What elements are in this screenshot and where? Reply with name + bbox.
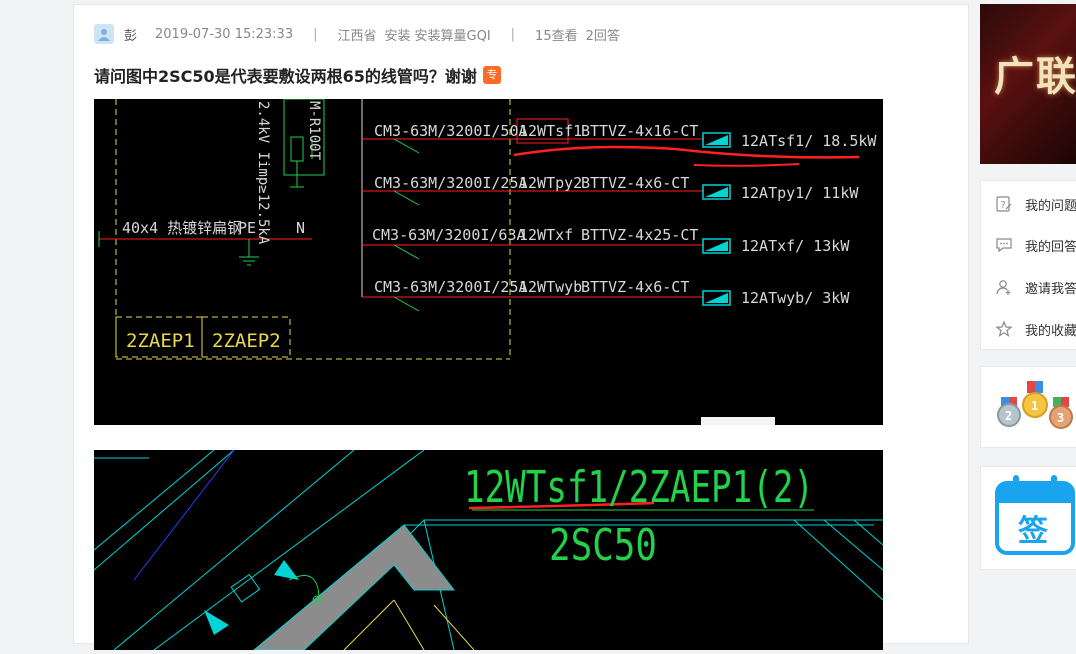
post-category-1[interactable]: 安装: [385, 25, 411, 44]
view-count: 15查看: [535, 28, 578, 44]
sign-in-panel[interactable]: 签: [980, 466, 1076, 570]
comment-icon: [996, 238, 1012, 253]
ranking-panel[interactable]: 2 1 3: [980, 366, 1076, 448]
load-spec: 12ATwyb/ 3kW: [741, 289, 850, 307]
medals-icon: 2 1 3: [997, 381, 1073, 429]
panel-label-1: 2ZAEP1: [126, 330, 195, 352]
cable-spec: BTTVZ-4x6-CT: [581, 278, 689, 296]
question-title-text: 请问图中2SC50是代表要敷设两根65的线管吗？谢谢: [94, 67, 477, 86]
question-doc-icon: ?: [996, 196, 1012, 212]
spd-model-text: M-R100T: [306, 101, 322, 161]
menu-item-label: 邀请我答: [1025, 281, 1076, 297]
promo-banner[interactable]: 广联: [980, 4, 1076, 164]
pe-label: PE: [238, 219, 256, 237]
medal-second-number: 2: [1005, 409, 1012, 423]
earth-strip-label: 40x4 热镀锌扁钢: [122, 219, 242, 237]
meta-separator: |: [510, 26, 516, 42]
circuit-id: 12WTpy2: [519, 174, 582, 192]
spd-rating-text: 2.4kV Iimp≥12.5kA: [255, 101, 271, 245]
user-icon: [98, 29, 110, 41]
meta-separator: |: [313, 26, 318, 42]
cad-toolbar-popup[interactable]: [701, 417, 775, 425]
user-menu-panel: ? 我的问题 我的回答 邀请我答 我的收藏: [980, 180, 1076, 350]
question-title: 请问图中2SC50是代表要敷设两根65的线管吗？谢谢 专: [94, 63, 501, 87]
conduit-route-label: 12WTsf1/2ZAEP1(2): [464, 462, 814, 513]
menu-item-label: 我的回答: [1025, 239, 1076, 255]
post-location: 江西省: [337, 28, 377, 44]
circuit-id: 12WTsf1: [519, 122, 582, 140]
post-meta: 彭 2019-07-30 15:23:33 | 江西省 安装 安装算量GQI |…: [94, 23, 620, 45]
menu-item-favorites[interactable]: 我的收藏: [995, 319, 1076, 339]
cad-drawing-image-1[interactable]: 2.4kV Iimp≥12.5kA M-R100T 40x4 热镀锌扁钢 PE …: [94, 98, 883, 425]
sign-label: 签: [1018, 514, 1048, 549]
star-icon: [995, 320, 1013, 337]
load-spec: 12ATpy1/ 11kW: [741, 184, 859, 202]
medal-third-number: 3: [1057, 411, 1064, 425]
menu-item-label: 我的收藏: [1025, 323, 1076, 339]
special-tag: 专: [482, 66, 501, 84]
avatar[interactable]: [94, 24, 114, 44]
menu-item-my-questions[interactable]: ? 我的问题: [995, 194, 1076, 214]
load-spec: 12ATxf/ 13kW: [741, 237, 850, 255]
question-card: 彭 2019-07-30 15:23:33 | 江西省 安装 安装算量GQI |…: [73, 4, 969, 651]
conduit-spec-label: 2SC50: [549, 520, 657, 571]
circuit-id: 12WTwyb: [519, 278, 582, 296]
menu-item-my-answers[interactable]: 我的回答: [995, 235, 1076, 255]
neutral-label: N: [296, 219, 305, 237]
cad-drawing-1: 2.4kV Iimp≥12.5kA M-R100T 40x4 热镀锌扁钢 PE …: [98, 98, 877, 425]
post-datetime: 2019-07-30 15:23:33: [155, 26, 294, 42]
breaker-spec: CM3-63M/3200I/25A: [374, 278, 528, 296]
menu-item-invited[interactable]: 邀请我答: [995, 277, 1076, 297]
circuit-id: 12WTxf: [519, 226, 573, 244]
post-category-2[interactable]: 安装算量GQI: [415, 25, 491, 44]
calendar-sign-icon: 签: [995, 475, 1075, 555]
cable-spec: BTTVZ-4x16-CT: [581, 122, 698, 140]
cable-spec: BTTVZ-4x25-CT: [581, 226, 698, 244]
answer-count: 2回答: [585, 28, 620, 44]
author-name[interactable]: 彭: [124, 25, 137, 44]
load-spec: 12ATsf1/ 18.5kW: [741, 132, 877, 150]
menu-item-label: 我的问题: [1025, 198, 1076, 214]
panel-label-2: 2ZAEP2: [212, 330, 281, 352]
invite-user-icon: [996, 280, 1011, 295]
cad-drawing-2: 12WTsf1/2ZAEP1(2) 2SC50: [93, 449, 884, 651]
cable-spec: BTTVZ-4x6-CT: [581, 174, 689, 192]
breaker-spec: CM3-63M/3200I/63A: [372, 226, 526, 244]
breaker-spec: CM3-63M/3200I/50A: [374, 122, 528, 140]
svg-text:?: ?: [1000, 200, 1006, 211]
breaker-spec: CM3-63M/3200I/25A: [374, 174, 528, 192]
banner-logo-text: 广联: [994, 53, 1076, 100]
cad-drawing-image-2[interactable]: 12WTsf1/2ZAEP1(2) 2SC50: [93, 449, 884, 651]
medal-first-number: 1: [1031, 399, 1038, 413]
